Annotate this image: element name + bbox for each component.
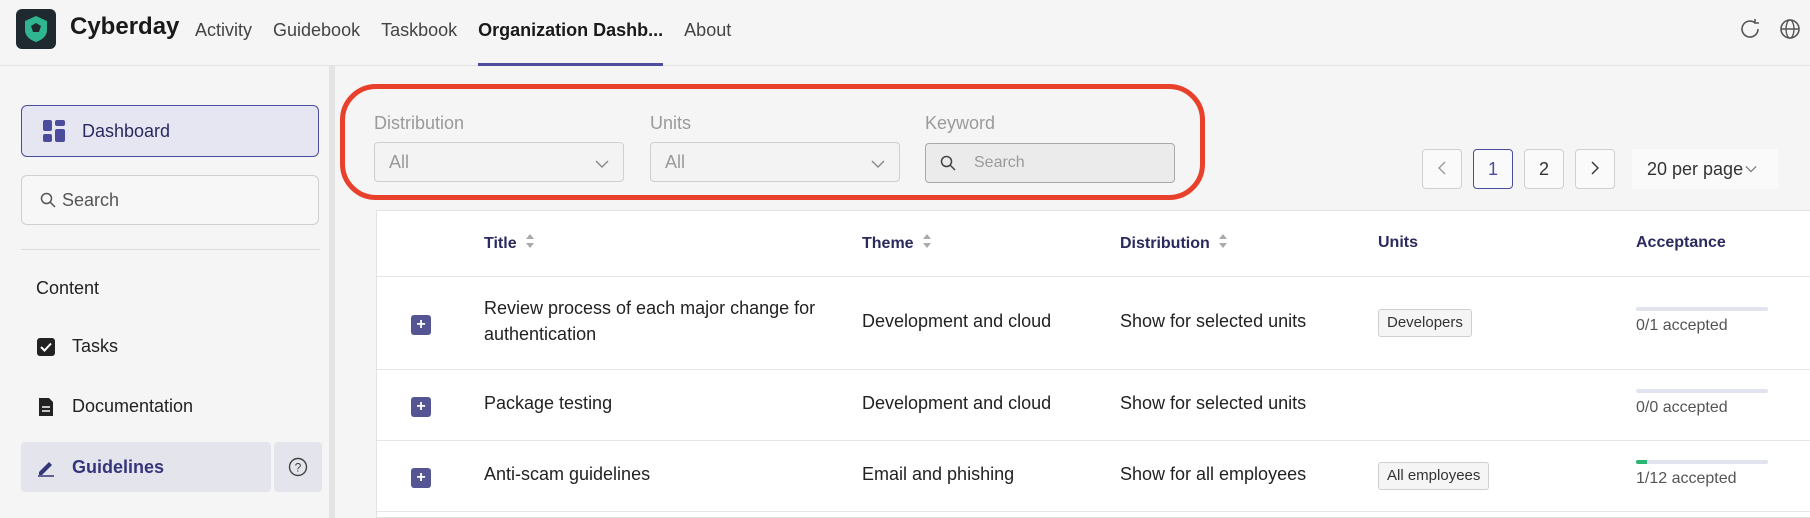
globe-icon[interactable]	[1778, 17, 1802, 41]
nav-guidebook[interactable]: Guidebook	[273, 0, 360, 66]
next-page-button[interactable]	[1575, 149, 1615, 189]
row-theme: Development and cloud	[862, 311, 1052, 331]
expand-row-button[interactable]: +	[411, 315, 431, 335]
filters-highlight-annotation	[340, 84, 1205, 200]
sidebar: Dashboard Search Content Tasks Documenta…	[0, 66, 335, 518]
cyberday-logo-icon[interactable]	[16, 9, 56, 49]
sort-icon	[525, 233, 535, 254]
expand-row-button[interactable]: +	[411, 468, 431, 488]
chevron-right-icon	[1589, 159, 1601, 180]
document-icon	[36, 397, 56, 417]
column-header-distribution[interactable]: Distribution	[1120, 233, 1228, 254]
top-bar: Cyberday Activity Guidebook Taskbook Org…	[0, 0, 1810, 66]
unit-tag: Developers	[1378, 309, 1472, 337]
row-distribution: Show for selected units	[1120, 311, 1307, 331]
dashboard-icon	[42, 119, 66, 143]
row-distribution: Show for all employees	[1120, 464, 1307, 484]
pen-icon	[36, 457, 56, 477]
acceptance-text: 0/0 accepted	[1636, 399, 1728, 416]
content-heading: Content	[36, 278, 100, 298]
acceptance-text: 1/12 accepted	[1636, 470, 1737, 487]
help-button[interactable]: ?	[274, 442, 322, 492]
svg-text:?: ?	[295, 461, 302, 475]
column-header-theme[interactable]: Theme	[862, 233, 932, 254]
row-divider	[377, 369, 1810, 370]
page-button-2[interactable]: 2	[1524, 149, 1564, 189]
pagination: 1 2	[1422, 149, 1626, 189]
per-page-select[interactable]: 20 per page	[1632, 149, 1778, 189]
unit-tag: All employees	[1378, 462, 1490, 490]
brand-name[interactable]: Cyberday	[70, 13, 179, 41]
main-nav: Activity Guidebook Taskbook Organization…	[195, 0, 752, 66]
row-title[interactable]: Review process of each major change for …	[484, 295, 824, 347]
dashboard-label: Dashboard	[82, 120, 171, 141]
nav-activity[interactable]: Activity	[195, 0, 252, 66]
column-header-units: Units	[1378, 234, 1418, 252]
row-distribution: Show for selected units	[1120, 393, 1307, 413]
column-header-label: Theme	[862, 234, 914, 252]
column-header-label: Acceptance	[1636, 234, 1726, 251]
acceptance-progress-bar	[1636, 389, 1768, 393]
acceptance-progress-bar	[1636, 460, 1768, 464]
sidebar-item-guidelines[interactable]: Guidelines	[21, 442, 271, 492]
sidebar-item-tasks[interactable]: Tasks	[36, 336, 118, 357]
guidelines-table: Title Theme Distribution Units Acceptanc…	[376, 210, 1810, 518]
chevron-down-icon	[1745, 159, 1757, 180]
acceptance-progress-bar	[1636, 307, 1768, 311]
sidebar-item-label: Documentation	[72, 396, 194, 416]
column-header-title[interactable]: Title	[484, 233, 535, 254]
nav-about[interactable]: About	[684, 0, 731, 66]
acceptance-progress-fill	[1636, 460, 1647, 464]
dashboard-button[interactable]: Dashboard	[21, 105, 319, 157]
sort-icon	[1218, 233, 1228, 254]
nav-taskbook[interactable]: Taskbook	[381, 0, 457, 66]
per-page-value: 20 per page	[1647, 158, 1744, 179]
column-header-label: Distribution	[1120, 234, 1210, 252]
sidebar-divider	[21, 249, 320, 250]
column-header-label: Units	[1378, 234, 1418, 251]
sort-icon	[922, 233, 932, 254]
page-button-1[interactable]: 1	[1473, 149, 1513, 189]
row-title[interactable]: Anti-scam guidelines	[484, 461, 650, 487]
checkbox-icon	[36, 337, 56, 357]
sidebar-item-label: Tasks	[72, 336, 119, 356]
refresh-icon[interactable]	[1738, 17, 1762, 41]
sidebar-search-placeholder: Search	[62, 189, 120, 210]
column-header-label: Title	[484, 234, 517, 252]
row-theme: Email and phishing	[862, 464, 1015, 484]
nav-organization-dashboard[interactable]: Organization Dashb...	[478, 0, 664, 66]
row-divider	[377, 511, 1810, 512]
search-icon	[40, 192, 56, 208]
question-icon: ?	[288, 457, 308, 477]
expand-row-button[interactable]: +	[411, 397, 431, 417]
chevron-left-icon	[1436, 159, 1448, 180]
sidebar-item-documentation[interactable]: Documentation	[36, 396, 193, 417]
column-header-acceptance: Acceptance	[1636, 234, 1726, 252]
acceptance-text: 0/1 accepted	[1636, 317, 1728, 334]
sidebar-search-input[interactable]: Search	[21, 175, 319, 225]
row-divider	[377, 440, 1810, 441]
prev-page-button[interactable]	[1422, 149, 1462, 189]
row-divider	[377, 276, 1810, 277]
row-theme: Development and cloud	[862, 393, 1052, 413]
row-title[interactable]: Package testing	[484, 390, 612, 416]
sidebar-item-label: Guidelines	[72, 456, 165, 477]
